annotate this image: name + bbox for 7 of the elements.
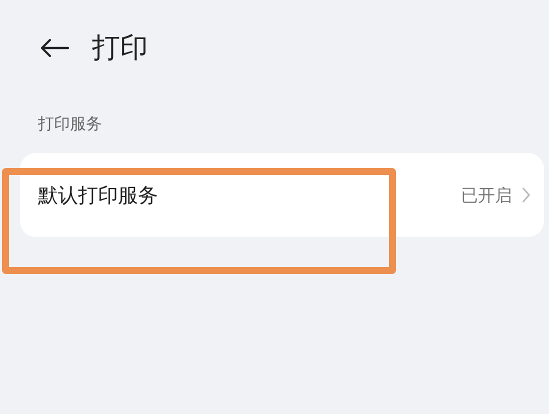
row-value: 已开启: [461, 184, 512, 206]
back-icon[interactable]: [40, 38, 70, 58]
row-label: 默认打印服务: [38, 182, 159, 208]
chevron-icon: [522, 187, 530, 203]
section-label: 打印服务: [38, 114, 103, 135]
settings-row[interactable]: 默认打印服务 已开启: [20, 153, 544, 237]
page-title: 打印: [92, 30, 148, 66]
